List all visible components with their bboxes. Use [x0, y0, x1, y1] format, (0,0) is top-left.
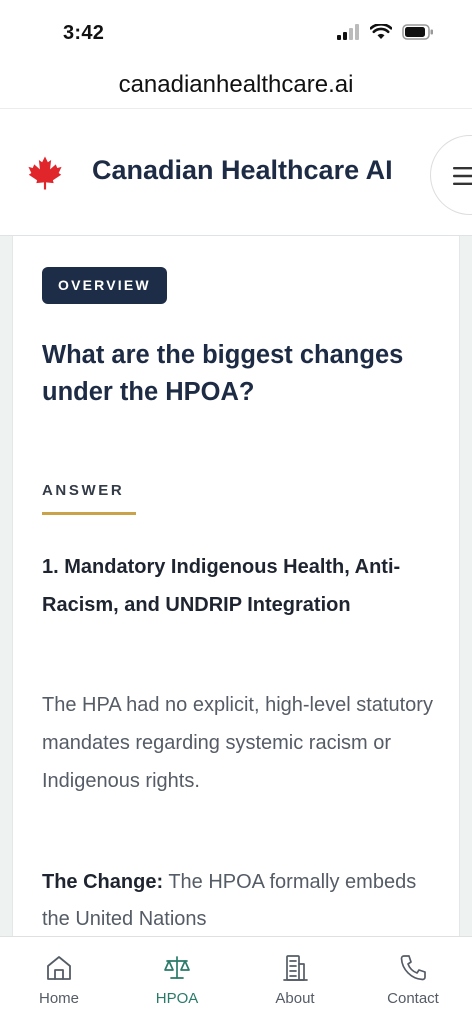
question-title: What are the biggest changes under the H…: [42, 341, 404, 406]
nav-item-contact[interactable]: Contact: [354, 937, 472, 1024]
nav-label-contact: Contact: [387, 990, 439, 1007]
status-bar: 3:42: [0, 0, 472, 68]
nav-label-home: Home: [38, 990, 79, 1007]
nav-item-hpoa[interactable]: HPOA: [118, 937, 236, 1024]
overview-badge: OVERVIEW: [42, 267, 167, 304]
screen: 3:42 canadianhealthcare.ai Canadian Heal…: [0, 0, 472, 1024]
nav-label-about: About: [275, 990, 315, 1007]
bottom-nav: Home HPOA About Contact: [0, 936, 472, 1024]
signal-icon: [337, 24, 359, 40]
url-text: canadianhealthcare.ai: [118, 71, 354, 98]
answer-label: ANSWER: [42, 482, 125, 499]
body-paragraph: The HPA had no explicit, high-level stat…: [42, 694, 433, 792]
url-bar[interactable]: canadianhealthcare.ai: [0, 62, 472, 108]
hamburger-menu-icon: [453, 167, 472, 185]
maple-leaf-icon[interactable]: [27, 155, 63, 191]
section-heading: 1. Mandatory Indigenous Health, Anti-Rac…: [42, 556, 401, 616]
site-header: Canadian Healthcare AI: [0, 108, 472, 236]
battery-icon: [402, 24, 433, 40]
menu-button[interactable]: [430, 135, 472, 215]
building-icon: [283, 955, 308, 981]
scales-icon: [164, 956, 190, 979]
home-icon: [47, 956, 71, 980]
change-paragraph: The Change: The HPOA formally embeds the…: [42, 864, 442, 938]
change-label: The Change:: [42, 871, 164, 893]
nav-label-hpoa: HPOA: [155, 990, 199, 1007]
phone-icon: [400, 955, 426, 981]
status-time: 3:42: [63, 22, 105, 44]
nav-item-home[interactable]: Home: [0, 937, 118, 1024]
brand-name[interactable]: Canadian Healthcare AI: [92, 155, 393, 186]
wifi-icon: [370, 24, 392, 39]
answer-underline: [42, 512, 136, 515]
status-icons: [336, 24, 434, 40]
nav-item-about[interactable]: About: [236, 937, 354, 1024]
